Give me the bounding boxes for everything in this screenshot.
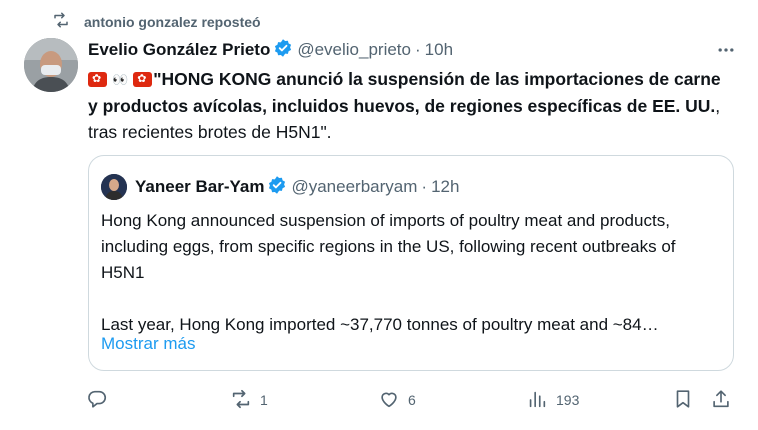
bookmark-icon — [672, 388, 694, 413]
quoted-author-handle: @yaneerbaryam — [291, 177, 418, 196]
tweet-header: Evelio González Prieto @evelio_prieto · … — [88, 38, 738, 62]
tweet-text-quote-open: " — [153, 69, 162, 89]
repost-label: antonio gonzalez reposteó — [84, 13, 261, 30]
like-button[interactable]: 6 — [378, 386, 416, 414]
share-button[interactable] — [710, 386, 732, 414]
hong-kong-flag-icon — [133, 72, 153, 87]
hong-kong-flag-icon — [88, 72, 107, 87]
reply-icon — [86, 388, 108, 413]
quoted-author-avatar — [101, 174, 127, 200]
author-avatar[interactable] — [24, 38, 78, 92]
views-icon — [526, 388, 548, 413]
tweet-text: 👀 "HONG KONG anunció la suspensión de las… — [88, 66, 738, 145]
author-name[interactable]: Evelio González Prieto — [88, 40, 270, 60]
verified-icon — [270, 38, 297, 63]
views-button[interactable]: 193 — [526, 386, 579, 414]
repost-icon — [230, 388, 252, 413]
tweet-text-bold: HONG KONG anunció la suspensión de las i… — [88, 69, 721, 116]
quoted-tweet-header: Yaneer Bar-Yam @yaneerbaryam · 12h — [101, 174, 459, 200]
repost-context[interactable]: antonio gonzalez reposteó — [52, 11, 261, 32]
eyes-icon: 👀 — [112, 72, 130, 87]
show-more-link[interactable]: Mostrar más — [101, 334, 195, 354]
separator: · — [414, 40, 421, 59]
repost-button[interactable]: 1 — [230, 386, 268, 414]
reply-button[interactable] — [86, 386, 108, 414]
tweet-time[interactable]: 10h — [425, 40, 453, 60]
verified-icon — [264, 175, 291, 200]
repost-count: 1 — [260, 392, 268, 408]
quoted-tweet-text: Hong Kong announced suspension of import… — [101, 208, 721, 338]
more-icon[interactable] — [714, 38, 738, 62]
quoted-paragraph-1: Hong Kong announced suspension of import… — [101, 211, 676, 282]
heart-icon — [378, 388, 400, 413]
views-count: 193 — [556, 392, 580, 408]
tweet[interactable]: Evelio González Prieto @evelio_prieto · … — [88, 38, 738, 145]
quoted-tweet-time: 12h — [431, 177, 460, 196]
like-count: 6 — [408, 392, 416, 408]
quoted-author-name: Yaneer Bar-Yam — [135, 177, 265, 196]
quoted-tweet[interactable]: Yaneer Bar-Yam @yaneerbaryam · 12h Hong … — [88, 155, 734, 371]
bookmark-button[interactable] — [672, 386, 694, 414]
share-icon — [710, 388, 732, 413]
repost-icon — [52, 11, 70, 32]
separator: · — [421, 177, 428, 196]
author-handle[interactable]: @evelio_prieto — [297, 40, 411, 60]
action-bar: 1 6 193 — [84, 386, 738, 414]
